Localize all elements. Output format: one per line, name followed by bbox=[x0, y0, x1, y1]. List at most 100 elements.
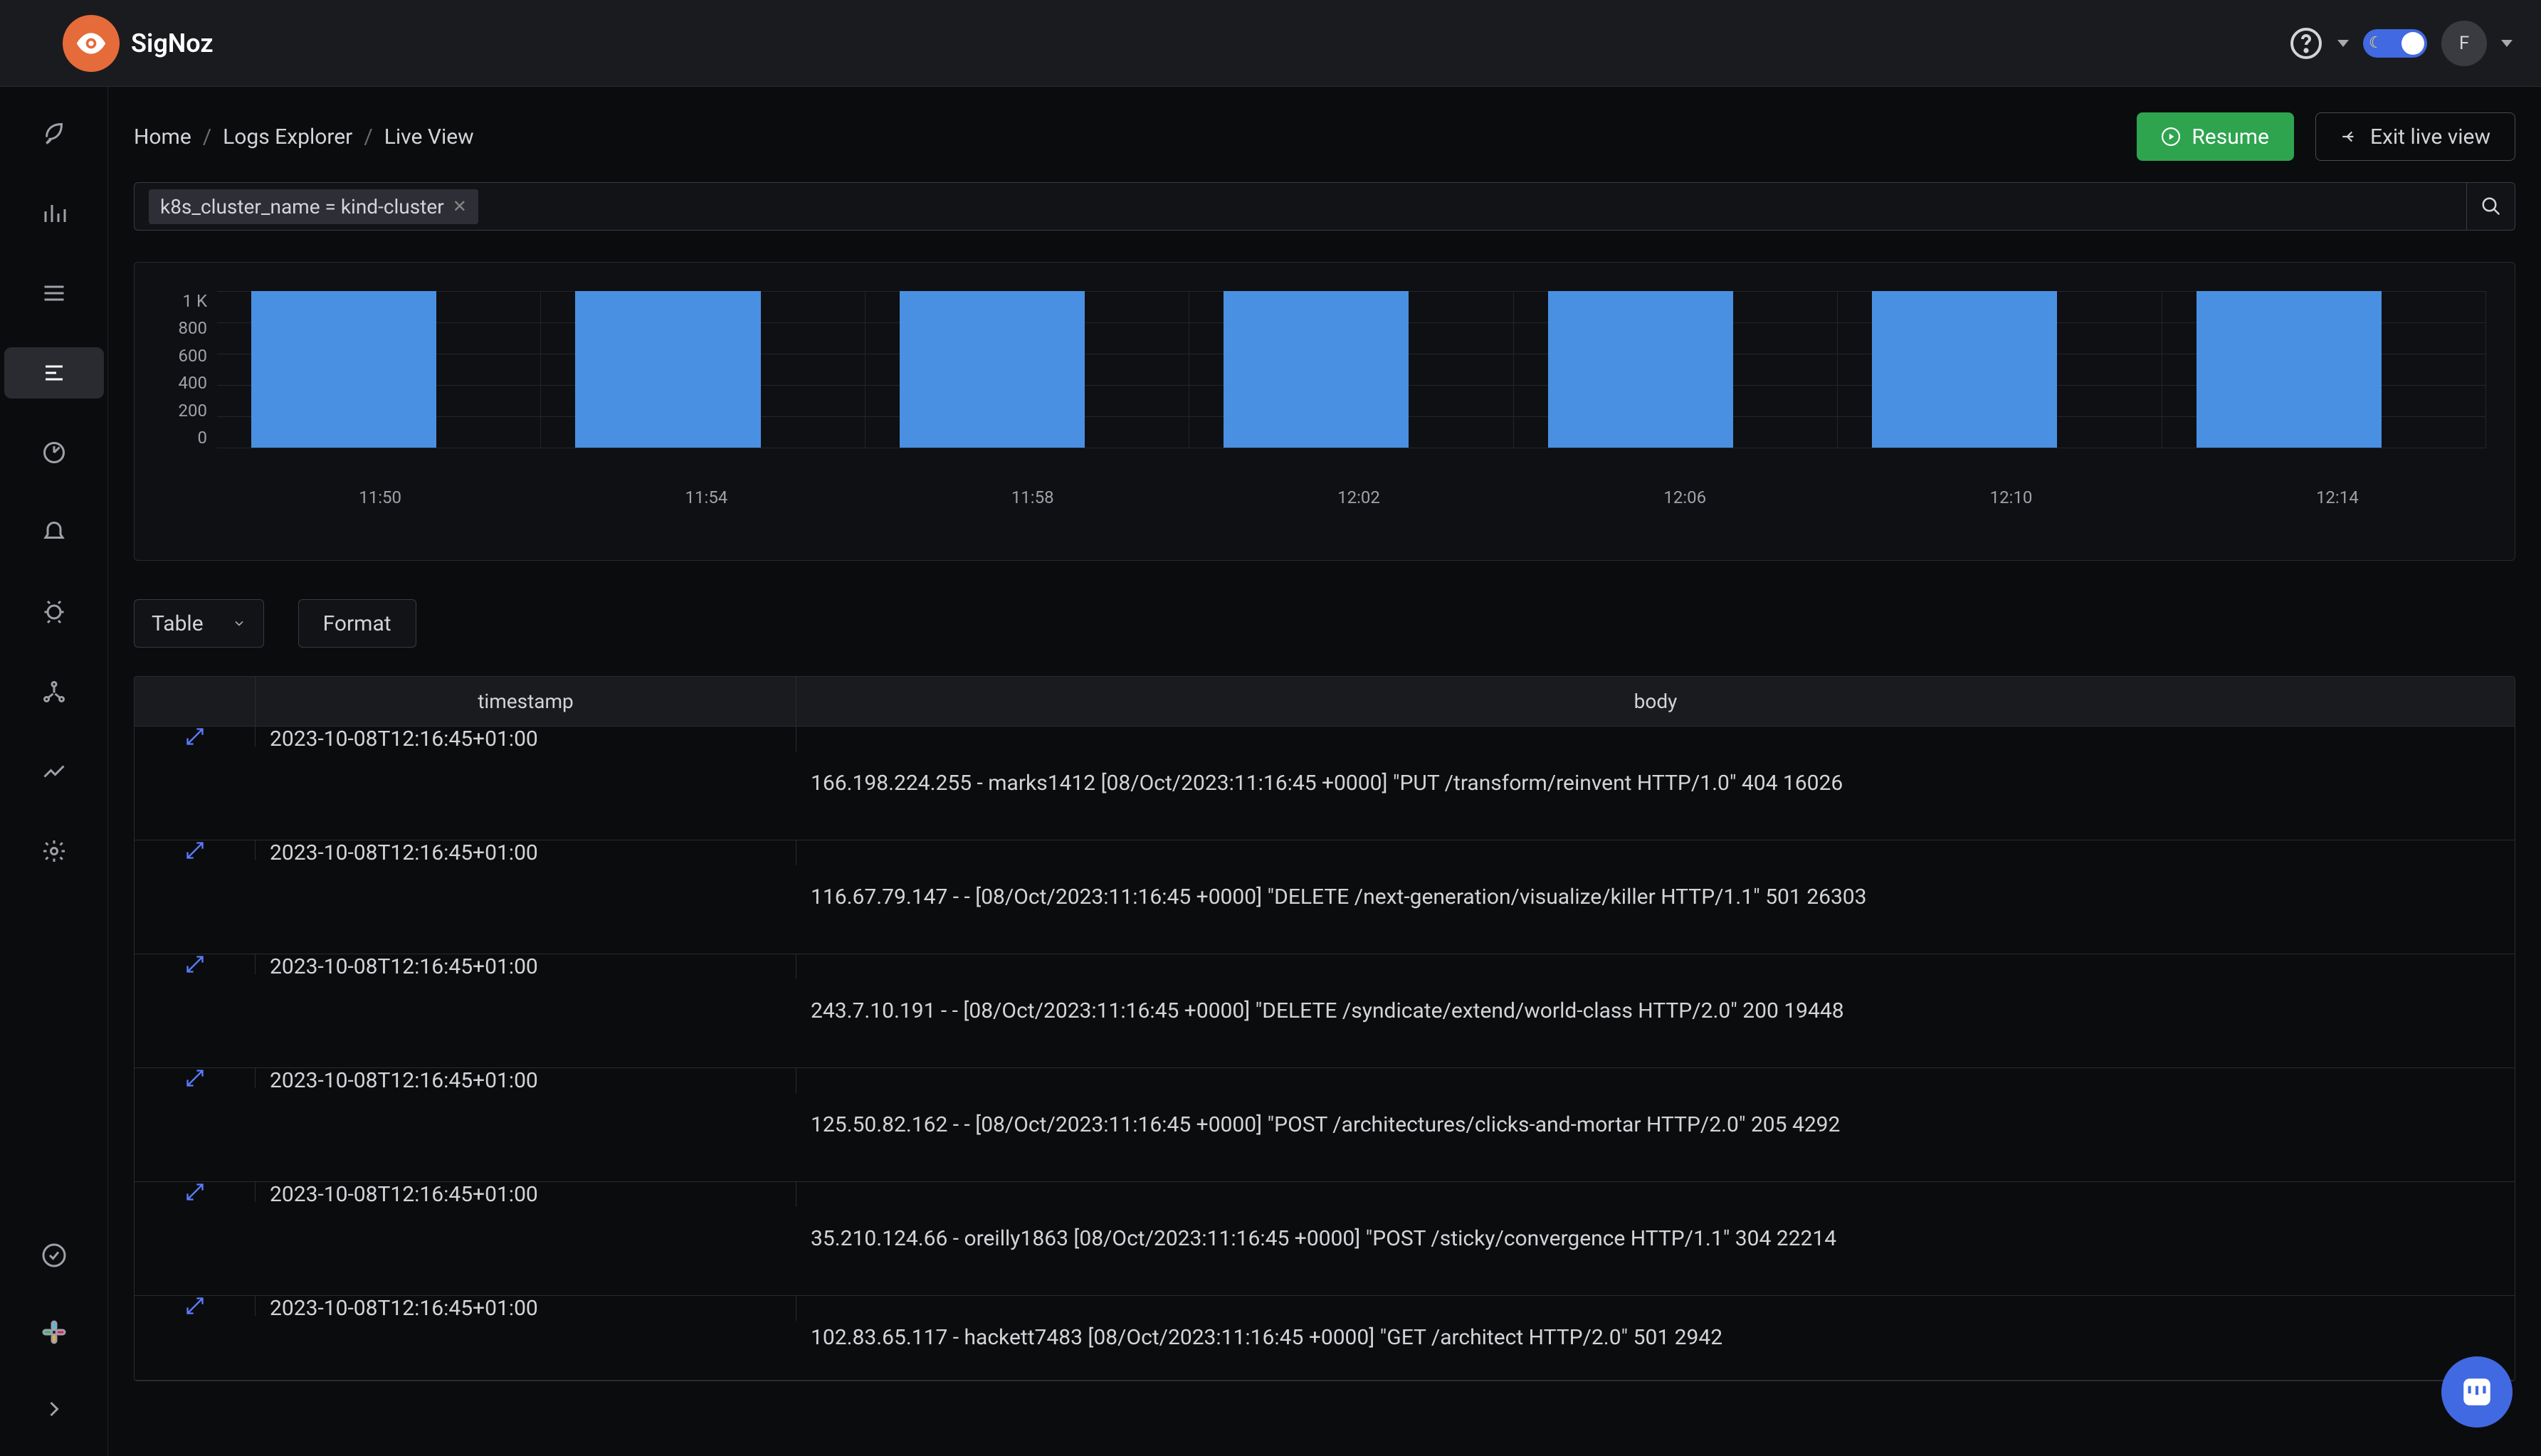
xtick: 12:06 bbox=[1522, 487, 1848, 507]
nav-expand[interactable] bbox=[4, 1383, 104, 1435]
cell-body: 125.50.82.162 - - [08/Oct/2023:11:16:45 … bbox=[796, 1068, 2515, 1181]
filter-input[interactable]: k8s_cluster_name = kind-cluster ✕ bbox=[134, 182, 2467, 231]
bar-slot[interactable] bbox=[1189, 291, 1513, 448]
filter-row: k8s_cluster_name = kind-cluster ✕ bbox=[134, 182, 2515, 231]
bar-slot[interactable] bbox=[541, 291, 865, 448]
table-row[interactable]: 2023-10-08T12:16:45+01:00 243.7.10.191 -… bbox=[135, 954, 2515, 1068]
chart-plot[interactable] bbox=[217, 291, 2500, 448]
table-row[interactable]: 2023-10-08T12:16:45+01:00 125.50.82.162 … bbox=[135, 1068, 2515, 1182]
nav-metrics[interactable] bbox=[4, 188, 104, 239]
bar-slot[interactable] bbox=[866, 291, 1189, 448]
brand-logo[interactable]: SigNoz bbox=[63, 15, 214, 72]
xtick: 11:58 bbox=[870, 487, 1196, 507]
ytick: 800 bbox=[179, 318, 207, 338]
table-row[interactable]: 2023-10-08T12:16:45+01:00 116.67.79.147 … bbox=[135, 840, 2515, 954]
bar bbox=[900, 291, 1085, 448]
table-row[interactable]: 2023-10-08T12:16:45+01:00 35.210.124.66 … bbox=[135, 1182, 2515, 1296]
resume-button[interactable]: Resume bbox=[2137, 112, 2294, 161]
exit-live-view-button[interactable]: Exit live view bbox=[2315, 112, 2515, 161]
format-label: Format bbox=[323, 611, 391, 636]
search-button[interactable] bbox=[2467, 182, 2515, 231]
expand-row-icon[interactable] bbox=[135, 727, 256, 747]
help-icon[interactable] bbox=[2289, 26, 2323, 60]
view-mode-value: Table bbox=[152, 611, 204, 636]
side-nav bbox=[0, 87, 108, 1456]
crumb-logs-explorer[interactable]: Logs Explorer bbox=[223, 125, 352, 149]
user-dropdown-chevron-icon[interactable] bbox=[2501, 40, 2513, 47]
expand-row-icon[interactable] bbox=[135, 1296, 256, 1316]
nav-settings[interactable] bbox=[4, 825, 104, 877]
bar bbox=[575, 291, 760, 448]
view-mode-select[interactable]: Table bbox=[134, 599, 264, 648]
table-header: timestamp body bbox=[135, 677, 2515, 727]
table-controls: Table Format bbox=[134, 599, 2515, 648]
nav-logs[interactable] bbox=[4, 347, 104, 399]
breadcrumb: Home / Logs Explorer / Live View bbox=[134, 125, 474, 149]
cell-timestamp: 2023-10-08T12:16:45+01:00 bbox=[256, 954, 796, 979]
xtick: 11:54 bbox=[543, 487, 869, 507]
nav-status[interactable] bbox=[4, 1230, 104, 1281]
xtick: 12:14 bbox=[2174, 487, 2500, 507]
filter-chip-text: k8s_cluster_name = kind-cluster bbox=[160, 195, 444, 218]
nav-exceptions[interactable] bbox=[4, 586, 104, 638]
log-table: timestamp body 2023-10-08T12:16:45+01:00… bbox=[134, 676, 2515, 1381]
bar bbox=[251, 291, 436, 448]
cell-body: 116.67.79.147 - - [08/Oct/2023:11:16:45 … bbox=[796, 840, 2515, 954]
user-avatar[interactable]: F bbox=[2441, 21, 2487, 66]
bar bbox=[2197, 291, 2382, 448]
topbar: SigNoz ☾ F bbox=[0, 0, 2541, 87]
format-button[interactable]: Format bbox=[298, 599, 416, 648]
nav-dashboards[interactable] bbox=[4, 427, 104, 478]
bar-slot[interactable] bbox=[217, 291, 541, 448]
col-expand-header bbox=[135, 677, 256, 726]
main-content: Home / Logs Explorer / Live View Resume … bbox=[108, 87, 2541, 1456]
nav-getstarted[interactable] bbox=[4, 108, 104, 159]
table-row[interactable]: 2023-10-08T12:16:45+01:00 166.198.224.25… bbox=[135, 727, 2515, 840]
col-body-header: body bbox=[796, 690, 2515, 713]
help-dropdown-chevron-icon[interactable] bbox=[2337, 40, 2349, 47]
bar-slot[interactable] bbox=[1514, 291, 1838, 448]
breadcrumb-row: Home / Logs Explorer / Live View Resume … bbox=[134, 112, 2515, 161]
col-timestamp-header: timestamp bbox=[256, 677, 796, 726]
theme-toggle[interactable]: ☾ bbox=[2363, 29, 2427, 58]
filter-chip-remove-icon[interactable]: ✕ bbox=[453, 196, 467, 216]
nav-slack[interactable] bbox=[4, 1307, 104, 1358]
bar bbox=[1224, 291, 1409, 448]
bar bbox=[1548, 291, 1733, 448]
avatar-initial: F bbox=[2459, 33, 2469, 54]
resume-label: Resume bbox=[2192, 125, 2269, 149]
bar-slot[interactable] bbox=[2162, 291, 2486, 448]
logo-eye-icon bbox=[63, 15, 120, 72]
ytick: 1 K bbox=[183, 291, 208, 311]
cell-timestamp: 2023-10-08T12:16:45+01:00 bbox=[256, 1068, 796, 1093]
filter-chip[interactable]: k8s_cluster_name = kind-cluster ✕ bbox=[149, 189, 478, 224]
toggle-knob bbox=[2401, 32, 2424, 55]
bar bbox=[1872, 291, 2057, 448]
log-volume-chart: 1 K 800 600 400 200 0 11:5011:5411:5812:… bbox=[134, 262, 2515, 561]
nav-traces[interactable] bbox=[4, 268, 104, 319]
expand-row-icon[interactable] bbox=[135, 954, 256, 974]
bar-slot[interactable] bbox=[1838, 291, 2162, 448]
expand-row-icon[interactable] bbox=[135, 840, 256, 860]
ytick: 400 bbox=[179, 373, 207, 393]
play-icon bbox=[2162, 127, 2180, 146]
xtick: 12:10 bbox=[1848, 487, 2174, 507]
exit-label: Exit live view bbox=[2370, 125, 2490, 149]
moon-icon: ☾ bbox=[2369, 34, 2383, 52]
expand-row-icon[interactable] bbox=[135, 1068, 256, 1088]
x-axis: 11:5011:5411:5812:0212:0612:1012:14 bbox=[217, 487, 2500, 507]
expand-row-icon[interactable] bbox=[135, 1182, 256, 1202]
table-row[interactable]: 2023-10-08T12:16:45+01:00 102.83.65.117 … bbox=[135, 1296, 2515, 1381]
ytick: 600 bbox=[179, 346, 207, 366]
crumb-home[interactable]: Home bbox=[134, 125, 191, 149]
nav-servicemap[interactable] bbox=[4, 666, 104, 717]
crumb-live-view[interactable]: Live View bbox=[384, 125, 474, 149]
nav-usage[interactable] bbox=[4, 746, 104, 797]
ytick: 200 bbox=[179, 401, 207, 421]
nav-alerts[interactable] bbox=[4, 507, 104, 558]
intercom-launcher[interactable] bbox=[2441, 1356, 2513, 1428]
cell-timestamp: 2023-10-08T12:16:45+01:00 bbox=[256, 840, 796, 865]
cell-timestamp: 2023-10-08T12:16:45+01:00 bbox=[256, 1296, 796, 1321]
chat-icon bbox=[2459, 1374, 2495, 1410]
cell-body: 35.210.124.66 - oreilly1863 [08/Oct/2023… bbox=[796, 1182, 2515, 1295]
